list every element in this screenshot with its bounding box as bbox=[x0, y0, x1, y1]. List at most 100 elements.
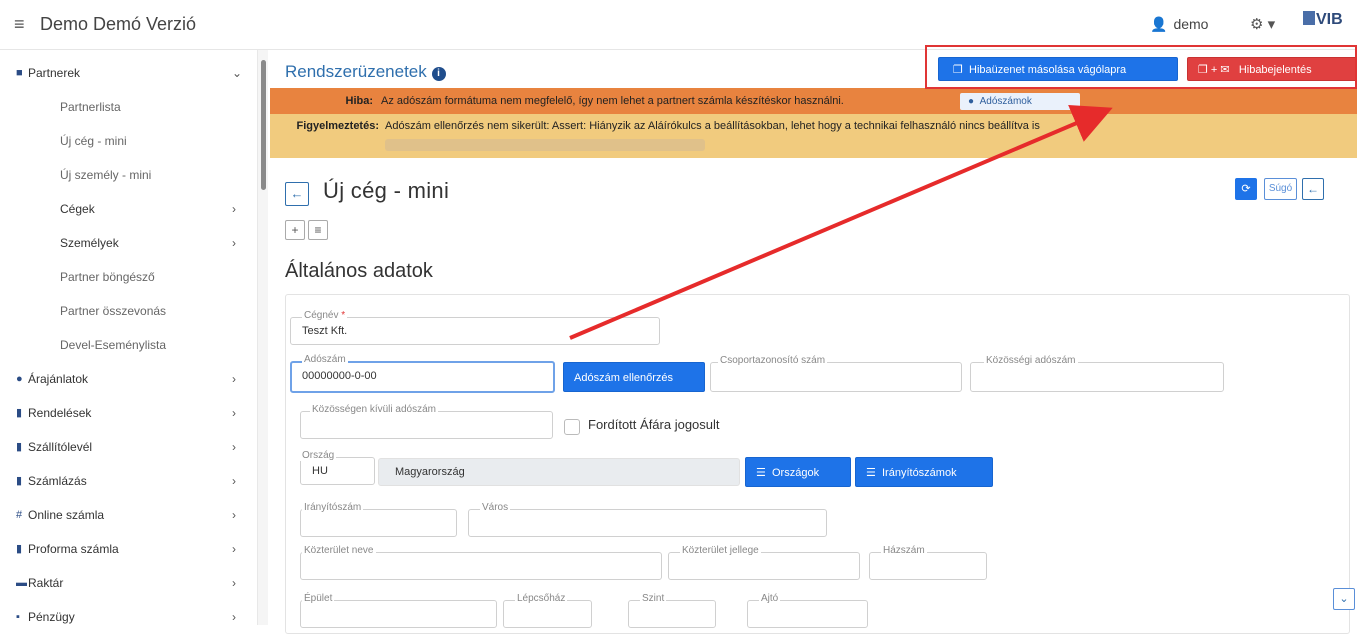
building-input[interactable] bbox=[300, 600, 497, 628]
add-button[interactable]: + bbox=[285, 220, 305, 240]
company-name-field[interactable]: Cégnév * Teszt Kft. bbox=[290, 310, 660, 345]
door-input[interactable] bbox=[747, 600, 868, 628]
door-field[interactable]: Ajtó bbox=[747, 593, 868, 628]
info-icon: ● bbox=[968, 96, 975, 107]
error-label: Hiba: bbox=[345, 95, 374, 107]
scroll-down-button[interactable]: ⌄ bbox=[1333, 588, 1355, 610]
sidebar-item-label: Partnerek bbox=[28, 66, 81, 80]
file-icon: ▮ bbox=[16, 407, 23, 419]
sidebar-item-label: Partner összevonás bbox=[60, 304, 167, 318]
house-number-input[interactable] bbox=[869, 552, 987, 580]
non-eu-tax-number-field[interactable]: Közösségen kívüli adószám bbox=[300, 404, 553, 439]
error-message-row: Hiba: Az adószám formátuma nem megfelelő… bbox=[270, 88, 1357, 114]
redacted-text bbox=[385, 139, 705, 151]
sidebar-item-label: Rendelések bbox=[28, 406, 92, 420]
chevron-down-icon: ⌄ bbox=[232, 66, 243, 80]
country-name-field: Magyarország bbox=[378, 458, 740, 486]
back-button-right[interactable]: ← bbox=[1302, 178, 1324, 200]
non-eu-tax-number-input[interactable] bbox=[300, 411, 553, 439]
non-eu-tax-number-label: Közösségen kívüli adószám bbox=[310, 404, 438, 415]
group-id-field[interactable]: Csoportazonosító szám bbox=[710, 355, 962, 392]
sidebar-item-szamlazas[interactable]: ▮ Számlázás › bbox=[0, 464, 258, 498]
sidebar-item-raktar[interactable]: ▬ Raktár › bbox=[0, 566, 258, 600]
group-id-label: Csoportazonosító szám bbox=[718, 355, 828, 366]
back-button[interactable]: ← bbox=[285, 182, 309, 206]
floor-input[interactable] bbox=[628, 600, 716, 628]
sidebar-item-szallitolevel[interactable]: ▮ Szállítólevél › bbox=[0, 430, 258, 464]
postal-codes-button[interactable]: ☰ Irányítószámok bbox=[855, 457, 993, 487]
countries-button[interactable]: ☰ Országok bbox=[745, 457, 851, 487]
highlight-frame bbox=[925, 45, 1357, 89]
sidebar-item-partnerek[interactable]: ■ Partnerek ⌄ bbox=[0, 56, 258, 90]
street-type-field[interactable]: Közterület jellege bbox=[668, 545, 860, 580]
plus-icon: + bbox=[291, 223, 299, 237]
sidebar-item-cegek[interactable]: Cégek › bbox=[0, 192, 258, 226]
sidebar-item-uj-ceg-mini[interactable]: Új cég - mini bbox=[0, 124, 258, 158]
sidebar-item-devel-esemenylista[interactable]: Devel-Eseménylista bbox=[0, 328, 258, 362]
sidebar-item-online-szamla[interactable]: # Online számla › bbox=[0, 498, 258, 532]
tax-number-value: 00000000-0-00 bbox=[302, 370, 377, 382]
tax-number-field[interactable]: Adószám 00000000-0-00 bbox=[290, 354, 555, 393]
sidebar-item-arajanlatok[interactable]: ● Árajánlatok › bbox=[0, 362, 258, 396]
group-id-input[interactable] bbox=[710, 362, 962, 392]
sidebar-item-penzugy[interactable]: ▪ Pénzügy › bbox=[0, 600, 258, 634]
country-code-value: HU bbox=[312, 465, 328, 477]
sidebar-item-label: Cégek bbox=[60, 202, 95, 216]
street-name-input[interactable] bbox=[300, 552, 662, 580]
error-text: Az adószám formátuma nem megfelelő, így … bbox=[381, 95, 844, 107]
tax-number-label: Adószám bbox=[302, 354, 348, 365]
sidebar-item-label: Online számla bbox=[28, 508, 105, 522]
staircase-label: Lépcsőház bbox=[515, 593, 568, 604]
postal-code-input[interactable] bbox=[300, 509, 457, 537]
city-input[interactable] bbox=[468, 509, 827, 537]
logo-menu[interactable]: VIB bbox=[1303, 11, 1343, 29]
company-name-value: Teszt Kft. bbox=[302, 325, 348, 337]
file-icon: ▮ bbox=[16, 543, 23, 555]
sidebar-item-label: Számlázás bbox=[28, 474, 87, 488]
staircase-input[interactable] bbox=[503, 600, 592, 628]
refresh-button[interactable]: ⟳ bbox=[1235, 178, 1257, 200]
tax-numbers-link-button[interactable]: ● Adószámok bbox=[960, 93, 1080, 110]
refresh-icon: ⟳ bbox=[1241, 183, 1251, 195]
sidebar: ■ Partnerek ⌄ Partnerlista Új cég - mini Ú… bbox=[0, 50, 258, 625]
city-label: Város bbox=[480, 502, 511, 513]
eu-tax-number-field[interactable]: Közösségi adószám bbox=[970, 355, 1224, 392]
postal-code-field[interactable]: Irányítószám bbox=[300, 502, 457, 537]
sidebar-scroll-thumb[interactable] bbox=[261, 60, 266, 190]
menu-icon[interactable]: ≡ bbox=[14, 14, 25, 35]
sidebar-item-partner-bongeszo[interactable]: Partner böngésző bbox=[0, 260, 258, 294]
sidebar-item-label: Pénzügy bbox=[28, 610, 75, 624]
sidebar-item-partnerlista[interactable]: Partnerlista bbox=[0, 90, 258, 124]
street-name-field[interactable]: Közterület neve bbox=[300, 545, 662, 580]
eu-tax-number-input[interactable] bbox=[970, 362, 1224, 392]
house-number-field[interactable]: Házszám bbox=[869, 545, 987, 580]
building-field[interactable]: Épület bbox=[300, 593, 497, 628]
list-icon: ☰ bbox=[756, 467, 766, 479]
street-name-label: Közterület neve bbox=[302, 545, 376, 556]
user-menu[interactable]: 👤 demo bbox=[1150, 16, 1208, 33]
sidebar-item-szemelyek[interactable]: Személyek › bbox=[0, 226, 258, 260]
reverse-vat-checkbox[interactable] bbox=[564, 419, 580, 435]
floor-field[interactable]: Szint bbox=[628, 593, 716, 628]
sidebar-item-label: Partnerlista bbox=[60, 100, 121, 114]
postal-code-label: Irányítószám bbox=[302, 502, 364, 513]
sidebar-item-label: Árajánlatok bbox=[28, 372, 89, 386]
sidebar-item-label: Új személy - mini bbox=[60, 168, 152, 182]
arrow-left-icon: ← bbox=[290, 186, 304, 201]
list-icon: ☰ bbox=[866, 467, 876, 479]
help-button[interactable]: Súgó bbox=[1264, 178, 1297, 200]
chevron-right-icon: › bbox=[232, 440, 236, 454]
sidebar-item-partner-osszevonas[interactable]: Partner összevonás bbox=[0, 294, 258, 328]
sidebar-item-rendelesek[interactable]: ▮ Rendelések › bbox=[0, 396, 258, 430]
staircase-field[interactable]: Lépcsőház bbox=[503, 593, 592, 628]
tax-check-button[interactable]: Adószám ellenőrzés bbox=[563, 362, 705, 392]
sidebar-item-uj-szemely-mini[interactable]: Új személy - mini bbox=[0, 158, 258, 192]
info-icon[interactable]: i bbox=[431, 67, 446, 81]
street-type-input[interactable] bbox=[668, 552, 860, 580]
list-button[interactable]: ≡ bbox=[308, 220, 328, 240]
country-code-field[interactable]: Ország HU bbox=[300, 450, 375, 485]
warning-label: Figyelmeztetés: bbox=[296, 120, 379, 132]
city-field[interactable]: Város bbox=[468, 502, 827, 537]
sidebar-item-proforma-szamla[interactable]: ▮ Proforma számla › bbox=[0, 532, 258, 566]
settings-menu[interactable]: ⚙ ▾ bbox=[1250, 15, 1275, 33]
